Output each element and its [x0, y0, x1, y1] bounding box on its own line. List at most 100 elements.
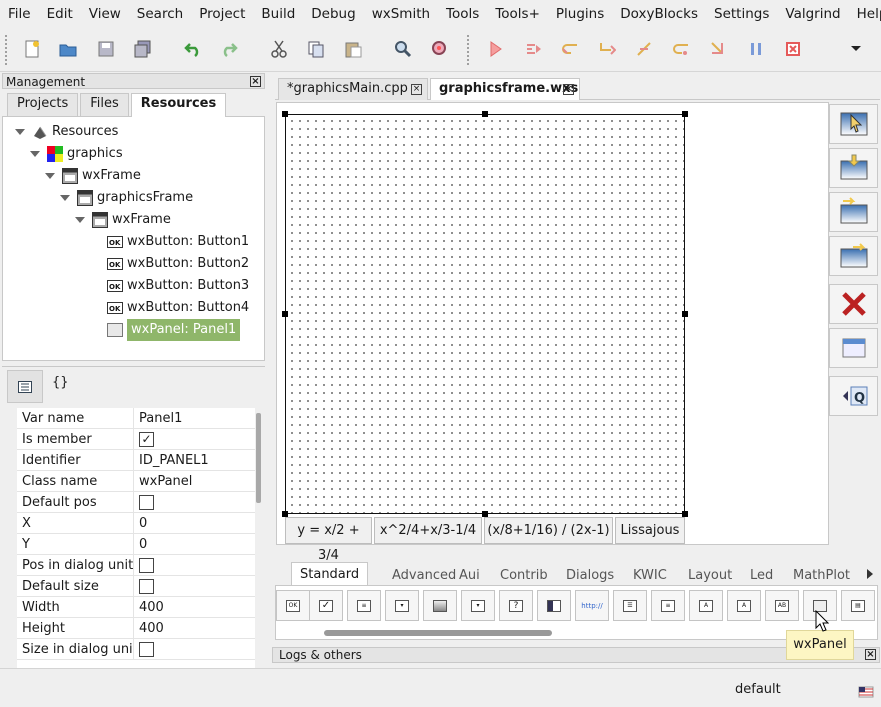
menu-file[interactable]: File: [0, 0, 39, 28]
save-icon[interactable]: [95, 38, 117, 60]
property-checkbox-cell[interactable]: [134, 639, 255, 659]
wxlistctrl-tool[interactable]: ☰: [613, 590, 647, 621]
property-value[interactable]: Panel1: [134, 408, 255, 428]
save-all-icon[interactable]: [132, 38, 154, 60]
property-checkbox[interactable]: [139, 578, 154, 594]
wxlistbox-tool[interactable]: ≡: [347, 590, 381, 621]
property-value[interactable]: wxPanel: [134, 471, 255, 491]
insert-before-icon[interactable]: [829, 192, 878, 232]
panel1-preview[interactable]: [285, 114, 685, 514]
quick-properties-icon[interactable]: Q: [829, 376, 878, 416]
property-checkbox[interactable]: [139, 557, 154, 573]
stop-icon[interactable]: [782, 38, 804, 60]
property-checkbox-cell[interactable]: ✓: [134, 429, 255, 449]
wxhyperlinkctrl-tool[interactable]: http://: [575, 590, 609, 621]
resize-handle[interactable]: [282, 311, 288, 317]
property-checkbox-cell[interactable]: [134, 576, 255, 596]
palette-scrollbar[interactable]: [324, 630, 552, 636]
close-icon[interactable]: ×: [865, 649, 876, 660]
insert-after-icon[interactable]: [829, 236, 878, 276]
expand-arrow-icon[interactable]: [15, 129, 25, 135]
button3-preview[interactable]: (x/8+1/16) / (2x-1): [484, 517, 613, 544]
wxslider-tool[interactable]: AB: [765, 590, 799, 621]
palette-tab-mathplot[interactable]: MathPlot: [793, 566, 850, 586]
menu-edit[interactable]: Edit: [39, 0, 81, 28]
wxscrollbar-tool[interactable]: A: [727, 590, 761, 621]
property-scrollbar[interactable]: [256, 413, 261, 503]
find-icon[interactable]: [392, 38, 414, 60]
next-line-icon[interactable]: [559, 38, 581, 60]
menu-project[interactable]: Project: [191, 0, 253, 28]
open-folder-icon[interactable]: [57, 38, 79, 60]
toolbar-grip[interactable]: [466, 34, 470, 66]
property-checkbox[interactable]: [139, 641, 154, 657]
button2-preview[interactable]: x^2/4+x/3-1/4: [374, 517, 482, 544]
property-checkbox-cell[interactable]: [134, 555, 255, 575]
resize-handle[interactable]: [682, 311, 688, 317]
replace-icon[interactable]: [429, 38, 451, 60]
tree-item[interactable]: graphicsFrame: [77, 187, 193, 209]
tree-item[interactable]: OK wxButton: Button2: [107, 253, 249, 275]
copy-icon[interactable]: [305, 38, 327, 60]
menu-build[interactable]: Build: [253, 0, 303, 28]
debug-run-icon[interactable]: [484, 38, 506, 60]
palette-tab-standard[interactable]: Standard: [291, 562, 369, 586]
palette-tab-advanced[interactable]: Advanced: [392, 566, 456, 586]
wxcombobox-tool[interactable]: ▾: [461, 590, 495, 621]
cut-icon[interactable]: [268, 38, 290, 60]
tree-item[interactable]: OK wxButton: Button3: [107, 275, 249, 297]
menu-search[interactable]: Search: [129, 0, 191, 28]
tree-item[interactable]: graphics: [47, 143, 123, 165]
toolbar-overflow-icon[interactable]: [845, 38, 867, 60]
properties-tab-icon[interactable]: [7, 370, 43, 403]
expand-arrow-icon[interactable]: [60, 195, 70, 201]
tab-files[interactable]: Files: [80, 93, 129, 116]
insert-into-icon[interactable]: [829, 148, 878, 188]
wxcheckbox-tool[interactable]: ✓: [309, 590, 343, 621]
resize-handle[interactable]: [482, 111, 488, 117]
menu-toolsplus[interactable]: Tools+: [487, 0, 548, 28]
property-value[interactable]: ID_PANEL1: [134, 450, 255, 470]
wxspinctrl-tool[interactable]: ▤: [841, 590, 875, 621]
step-into-instruction-icon[interactable]: [707, 38, 729, 60]
tab-resources[interactable]: Resources: [130, 93, 227, 117]
tree-item[interactable]: wxFrame: [62, 165, 141, 187]
property-checkbox-cell[interactable]: [134, 492, 255, 512]
resize-handle[interactable]: [682, 111, 688, 117]
wxcontexthelpbutton-tool[interactable]: ?: [499, 590, 533, 621]
expand-arrow-icon[interactable]: [30, 151, 40, 157]
palette-scroll-right-icon[interactable]: [867, 569, 873, 579]
property-checkbox[interactable]: ✓: [139, 431, 154, 447]
pointer-insert-icon[interactable]: [829, 104, 878, 144]
palette-tab-layout[interactable]: Layout: [688, 566, 732, 586]
step-into-icon[interactable]: [596, 38, 618, 60]
button1-preview[interactable]: y = x/2 + 3/4: [285, 517, 372, 563]
pause-icon[interactable]: [745, 38, 767, 60]
menu-debug[interactable]: Debug: [303, 0, 363, 28]
undo-icon[interactable]: [182, 38, 204, 60]
palette-tab-aui[interactable]: Aui: [459, 566, 480, 586]
step-out-icon[interactable]: [633, 38, 655, 60]
palette-tab-led[interactable]: Led: [750, 566, 773, 586]
palette-tab-contrib[interactable]: Contrib: [500, 566, 548, 586]
design-canvas[interactable]: y = x/2 + 3/4 x^2/4+x/3-1/4 (x/8+1/16) /…: [276, 102, 829, 563]
close-icon[interactable]: ×: [250, 76, 261, 87]
tab-graphicsmain-cpp[interactable]: *graphicsMain.cpp ×: [278, 78, 428, 100]
tree-item[interactable]: OK wxButton: Button1: [107, 231, 249, 253]
menu-view[interactable]: View: [81, 0, 129, 28]
wxstaticbitmap-tool[interactable]: [423, 590, 457, 621]
expand-arrow-icon[interactable]: [75, 217, 85, 223]
button4-preview[interactable]: Lissajous: [615, 517, 685, 544]
tree-item[interactable]: OK wxButton: Button4: [107, 297, 249, 319]
tree-item[interactable]: Resources: [32, 121, 118, 143]
redo-icon[interactable]: [218, 38, 240, 60]
resize-handle[interactable]: [282, 111, 288, 117]
property-value[interactable]: 400: [134, 597, 255, 617]
menu-tools[interactable]: Tools: [438, 0, 487, 28]
tab-projects[interactable]: Projects: [7, 93, 79, 116]
palette-tab-kwic[interactable]: KWIC: [633, 566, 667, 586]
menu-settings[interactable]: Settings: [706, 0, 777, 28]
tree-item[interactable]: wxPanel: Panel1: [107, 319, 241, 341]
palette-tab-dialogs[interactable]: Dialogs: [566, 566, 614, 586]
expand-arrow-icon[interactable]: [45, 173, 55, 179]
